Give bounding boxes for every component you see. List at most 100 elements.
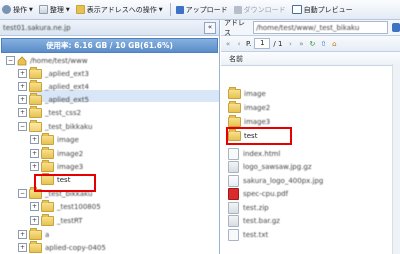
collapse-node-icon[interactable]: − bbox=[6, 56, 15, 65]
tree-node-label: _aplied_ext4 bbox=[45, 82, 89, 91]
folder-ops-icon bbox=[75, 5, 85, 14]
preview-icon bbox=[291, 5, 302, 14]
pdf-file-icon bbox=[228, 188, 239, 200]
folder-icon bbox=[29, 79, 42, 92]
home-icon[interactable]: ⌂ bbox=[330, 40, 338, 48]
folder-icon bbox=[41, 213, 54, 226]
archive-file-icon bbox=[228, 161, 239, 173]
gear-icon bbox=[2, 5, 11, 14]
disk-usage-bar: 使用率: 6.16 GB / 10 GB(61.6%) bbox=[1, 38, 218, 53]
first-page-icon[interactable]: « bbox=[224, 40, 232, 48]
file-list-item[interactable]: test.zip bbox=[228, 202, 269, 214]
expand-node-icon[interactable]: + bbox=[18, 82, 27, 91]
expand-node-icon[interactable]: + bbox=[18, 243, 27, 252]
expand-node-icon[interactable]: + bbox=[30, 216, 39, 225]
expand-node-icon[interactable]: + bbox=[30, 135, 39, 144]
tree-node[interactable]: + _test_css2 bbox=[18, 105, 82, 119]
file-list-item[interactable]: logo_sawsaw.jpg.gz bbox=[228, 161, 312, 173]
expand-node-icon[interactable]: + bbox=[18, 108, 27, 117]
file-list-item[interactable]: image bbox=[228, 87, 266, 100]
auto-preview-button[interactable]: 自動プレビュー bbox=[290, 2, 355, 17]
collapse-node-icon[interactable]: − bbox=[18, 122, 27, 131]
expand-node-icon[interactable]: + bbox=[18, 95, 27, 104]
folder-icon bbox=[29, 66, 42, 79]
tree-node-label: image bbox=[57, 135, 79, 144]
expand-node-icon[interactable]: + bbox=[18, 69, 27, 78]
file-list-item[interactable]: image2 bbox=[228, 101, 270, 114]
prev-page-icon[interactable]: ‹ bbox=[235, 40, 243, 48]
tree-node[interactable]: + image bbox=[30, 132, 79, 146]
tree-node[interactable]: + image3 bbox=[30, 159, 83, 173]
address-label: アドレス bbox=[224, 18, 245, 37]
toolbar-divider bbox=[169, 3, 171, 16]
file-name: image3 bbox=[244, 118, 271, 126]
file-name: spec-cpu.pdf bbox=[243, 190, 289, 198]
tree-node[interactable]: + _test100805 bbox=[30, 199, 101, 213]
folder-icon bbox=[29, 227, 42, 240]
expand-node-icon[interactable]: + bbox=[30, 149, 39, 158]
file-name: test.zip bbox=[243, 204, 269, 212]
upload-button[interactable]: アップロード bbox=[174, 2, 230, 17]
refresh-icon[interactable]: ↻ bbox=[308, 40, 316, 48]
tree-node-label: _aplied_ext5 bbox=[45, 95, 89, 104]
domain-label: test01.sakura.ne.jp bbox=[3, 23, 71, 32]
expand-node-icon[interactable]: + bbox=[30, 202, 39, 211]
page-total: / 1 bbox=[273, 39, 283, 48]
tree-node[interactable]: − /home/test/www bbox=[6, 54, 88, 67]
expand-node-icon[interactable]: + bbox=[30, 162, 39, 171]
folder-icon bbox=[41, 199, 54, 212]
expand-node-icon[interactable]: + bbox=[18, 230, 27, 239]
last-page-icon[interactable]: » bbox=[297, 40, 305, 48]
tree-node-label: aplied-copy-0405 bbox=[45, 243, 106, 252]
server-folder-icon bbox=[17, 55, 27, 66]
column-header-name[interactable]: 名前 bbox=[221, 52, 400, 66]
highlight-box-file-test bbox=[226, 127, 292, 145]
file-name: index.html bbox=[243, 150, 281, 158]
archive-file-icon bbox=[228, 202, 239, 214]
go-icon[interactable] bbox=[391, 23, 400, 32]
next-page-icon[interactable]: › bbox=[286, 40, 294, 48]
page-label: P. bbox=[246, 39, 252, 48]
tree-node[interactable]: + _testRT bbox=[30, 213, 83, 227]
folder-icon bbox=[228, 87, 241, 99]
tree-node-label: _test100805 bbox=[57, 202, 101, 211]
disk-usage-text: 使用率: 6.16 GB / 10 GB(61.6%) bbox=[46, 41, 173, 50]
file-list-item[interactable]: test.bar.gz bbox=[228, 215, 280, 227]
tree-node[interactable]: + aplied-copy-0405 bbox=[18, 240, 106, 254]
download-icon bbox=[233, 5, 242, 14]
archive-file-icon bbox=[228, 215, 239, 227]
file-icon bbox=[228, 148, 239, 160]
tree-node[interactable]: + a bbox=[18, 227, 50, 241]
collapse-node-icon[interactable]: − bbox=[18, 189, 27, 198]
ops-menu-button[interactable]: 操作 ▼ bbox=[0, 2, 35, 17]
file-list-item[interactable]: spec-cpu.pdf bbox=[228, 188, 288, 200]
file-list-item[interactable]: sakura_logo_400px.jpg bbox=[228, 175, 323, 187]
display-address-ops-button[interactable]: 表示アドレスへの操作 ▼ bbox=[74, 2, 165, 17]
folder-icon bbox=[29, 105, 42, 118]
file-name: image bbox=[244, 90, 266, 98]
address-input[interactable]: /home/test/www/_test_bikaku bbox=[253, 21, 388, 34]
tree-node[interactable]: + _aplied_ext5 bbox=[18, 92, 89, 106]
file-name: logo_sawsaw.jpg.gz bbox=[243, 163, 312, 171]
tree-node[interactable]: + image2 bbox=[30, 146, 83, 160]
folder-icon bbox=[29, 240, 42, 253]
tree-node[interactable]: + _aplied_ext4 bbox=[18, 79, 89, 93]
tree-node-label: a bbox=[45, 230, 50, 239]
toolbar: 操作 ▼ 整理 ▼ 表示アドレスへの操作 ▼ アップロード ダウンロード 自動プレビュ… bbox=[0, 0, 400, 20]
tree-node-label: _test_css2 bbox=[45, 108, 82, 117]
image-file-icon bbox=[228, 175, 239, 187]
tree-node[interactable]: + _aplied_ext3 bbox=[18, 66, 89, 80]
file-list-item[interactable]: test.txt bbox=[228, 229, 268, 241]
up-folder-icon[interactable]: ⇧ bbox=[319, 40, 327, 48]
page-input[interactable]: 1 bbox=[254, 38, 271, 49]
tree-node[interactable]: − _test_bikkaku bbox=[18, 119, 93, 133]
file-list-item[interactable]: index.html bbox=[228, 148, 280, 160]
tree-node-label: _test_bikkaku bbox=[45, 122, 93, 131]
organize-menu-button[interactable]: 整理 ▼ bbox=[37, 2, 72, 17]
folder-icon bbox=[228, 101, 241, 113]
folder-icon bbox=[41, 159, 54, 172]
collapse-pane-button[interactable]: « bbox=[204, 21, 216, 34]
download-button[interactable]: ダウンロード bbox=[232, 2, 288, 17]
scrollbar[interactable] bbox=[392, 64, 400, 254]
file-name: sakura_logo_400px.jpg bbox=[243, 177, 324, 185]
